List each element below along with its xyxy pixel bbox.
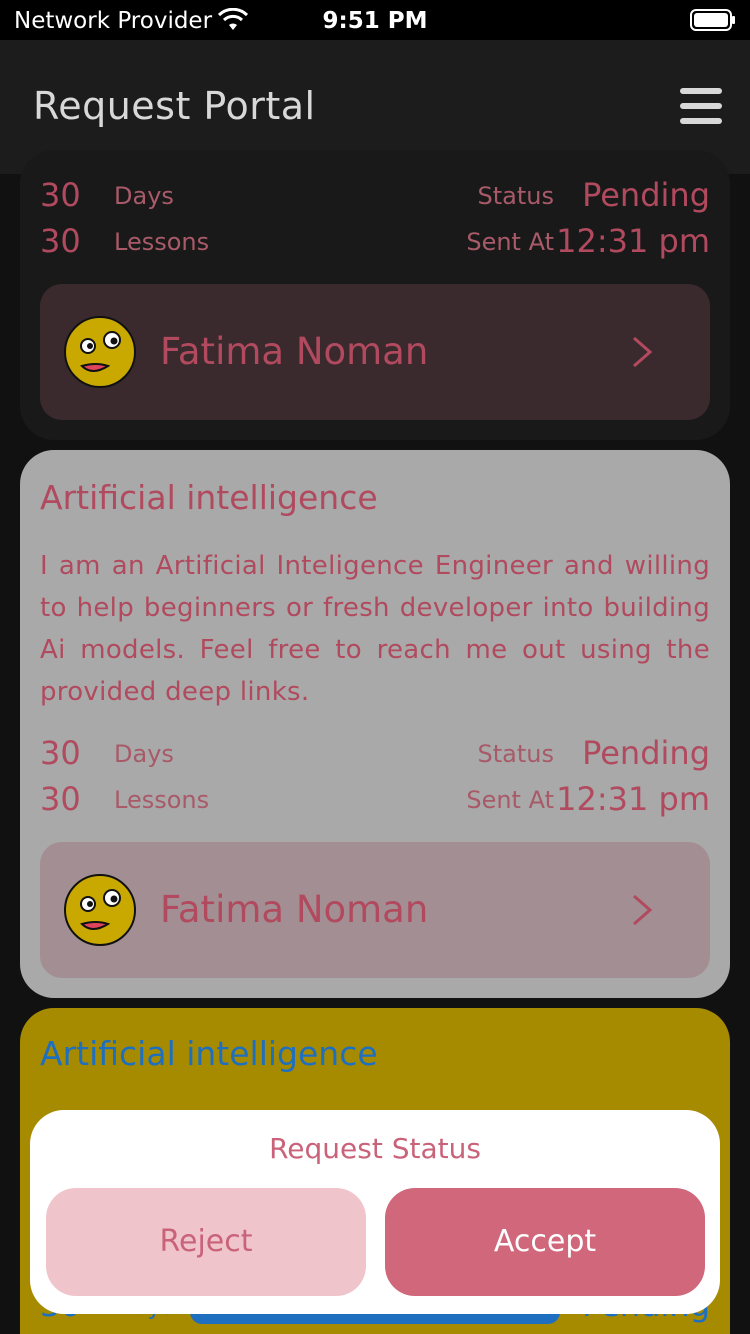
status-label: Status	[477, 740, 554, 768]
request-status-sheet: Request Status Reject Accept	[30, 1110, 720, 1314]
card-title: Artificial intelligence	[40, 478, 378, 517]
sent-at-value: 12:31 pm	[556, 222, 710, 260]
chevron-right-icon	[633, 894, 653, 926]
lessons-label: Lessons	[114, 228, 210, 256]
tutor-name: Fatima Noman	[160, 888, 429, 931]
stat-row-lessons: 30 Lessons Sent At 12:31 pm	[40, 222, 710, 266]
days-count: 30	[40, 176, 81, 214]
stat-row-lessons: 30 Lessons Sent At 12:31 pm	[40, 780, 710, 824]
days-label: Days	[114, 740, 174, 768]
days-label: Days	[114, 182, 174, 210]
days-count: 30	[40, 734, 81, 772]
sent-at-value: 12:31 pm	[556, 780, 710, 818]
status-bar: Network Provider 9:51 PM	[0, 0, 750, 40]
battery-icon	[690, 9, 735, 31]
stat-row-days: 30 Days Status Pending	[40, 734, 710, 778]
chevron-right-icon	[633, 336, 653, 368]
hamburger-menu-icon[interactable]	[680, 88, 724, 126]
tutor-name: Fatima Noman	[160, 330, 429, 373]
request-card: Artificial intelligence I am an Artifici…	[20, 450, 730, 998]
lessons-label: Lessons	[114, 786, 210, 814]
status-value: Pending	[582, 734, 710, 772]
status-label: Status	[477, 182, 554, 210]
card-title: Artificial intelligence	[40, 1034, 378, 1073]
sent-at-label: Sent At	[466, 786, 554, 814]
accept-button[interactable]: Accept	[385, 1188, 705, 1296]
stat-row-days: 30 Days Status Pending	[40, 176, 710, 220]
status-value: Pending	[582, 176, 710, 214]
sent-at-label: Sent At	[466, 228, 554, 256]
lessons-count: 30	[40, 222, 81, 260]
page-title: Request Portal	[33, 84, 316, 128]
avatar	[64, 874, 136, 946]
clock: 9:51 PM	[322, 8, 428, 34]
request-card: 30 Days Status Pending 30 Lessons Sent A…	[20, 150, 730, 440]
reject-button[interactable]: Reject	[46, 1188, 366, 1296]
sheet-title: Request Status	[269, 1132, 481, 1165]
avatar	[64, 316, 136, 388]
lessons-count: 30	[40, 780, 81, 818]
card-description: I am an Artificial Inteligence Engineer …	[40, 551, 710, 707]
tutor-row[interactable]: Fatima Noman	[40, 842, 710, 978]
tutor-row[interactable]: Fatima Noman	[40, 284, 710, 420]
